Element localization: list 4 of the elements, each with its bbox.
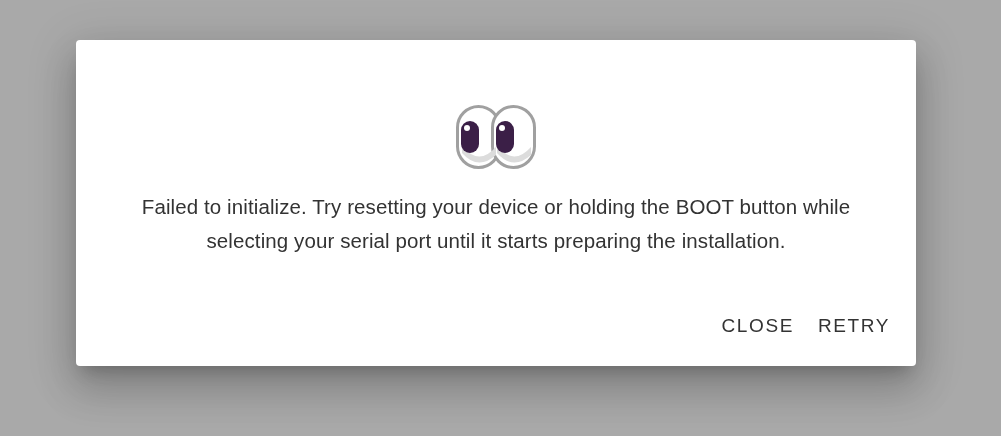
close-button[interactable]: CLOSE bbox=[713, 309, 802, 343]
eyes-icon bbox=[456, 105, 536, 169]
error-message: Failed to initialize. Try resetting your device or holding the BOOT button while selecting your serial port until it starts preparing the installation. bbox=[140, 194, 852, 254]
retry-button[interactable]: RETRY bbox=[809, 309, 898, 343]
